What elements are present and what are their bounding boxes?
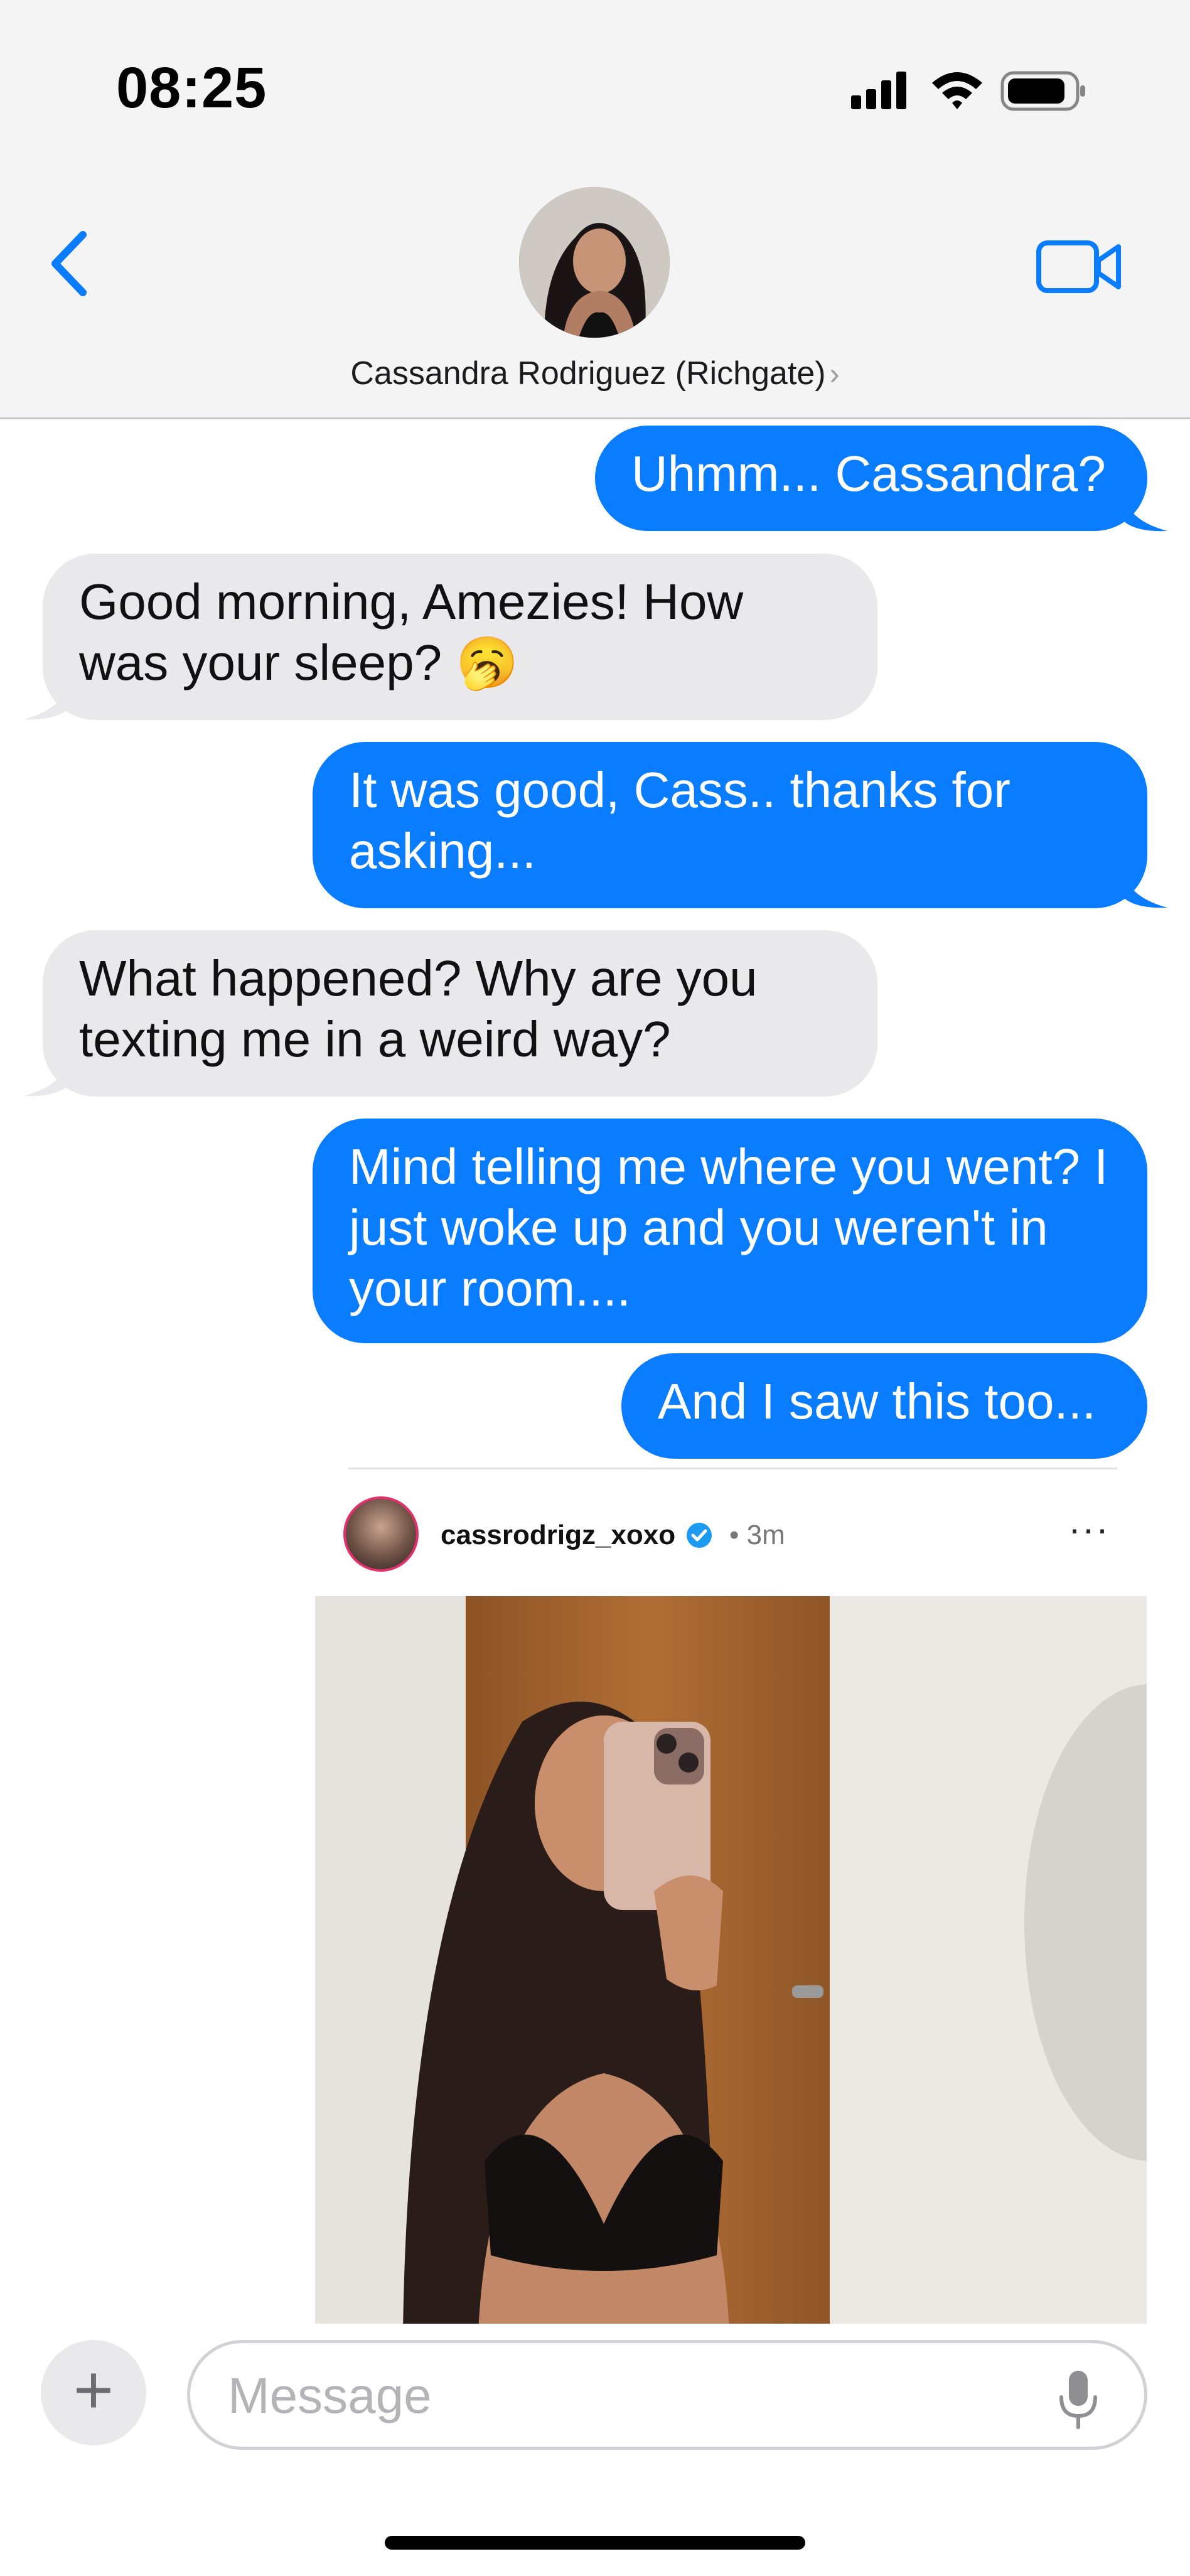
message-text: And I saw this too... bbox=[658, 1373, 1096, 1429]
post-username[interactable]: cassrodrigz_xoxo bbox=[441, 1520, 713, 1551]
home-indicator[interactable] bbox=[385, 2536, 805, 2550]
message-bubble-incoming[interactable]: What happened? Why are you texting me in… bbox=[43, 930, 877, 1097]
more-options-icon[interactable]: ··· bbox=[1068, 1507, 1110, 1550]
bubble-tail bbox=[1123, 872, 1167, 908]
add-attachment-button[interactable]: + bbox=[41, 2340, 146, 2445]
post-header: cassrodrigz_xoxo • 3m ··· bbox=[315, 1496, 1147, 1596]
battery-icon bbox=[1000, 71, 1085, 111]
post-timestamp: • 3m bbox=[729, 1520, 785, 1550]
post-avatar[interactable] bbox=[343, 1496, 419, 1572]
contact-name: Cassandra Rodriguez (Richgate) bbox=[350, 355, 826, 392]
status-icons bbox=[851, 71, 1085, 111]
wifi-icon bbox=[932, 72, 982, 109]
bubble-tail bbox=[24, 1061, 68, 1097]
back-chevron-icon[interactable] bbox=[44, 226, 100, 301]
message-bubble-outgoing[interactable]: And I saw this too... bbox=[621, 1353, 1147, 1459]
message-bubble-incoming[interactable]: Good morning, Amezies! How was your slee… bbox=[43, 554, 877, 720]
signal-icon bbox=[851, 72, 906, 109]
message-placeholder: Message bbox=[228, 2368, 432, 2423]
message-bubble-outgoing[interactable]: Uhmm... Cassandra? bbox=[595, 426, 1147, 531]
message-text: Uhmm... Cassandra? bbox=[631, 446, 1106, 502]
message-text: What happened? Why are you texting me in… bbox=[79, 950, 758, 1067]
message-bubble-outgoing[interactable]: Mind telling me where you went? I just w… bbox=[313, 1119, 1147, 1343]
message-text: Good morning, Amezies! How was your slee… bbox=[79, 574, 744, 690]
chevron-right-icon: › bbox=[829, 358, 840, 391]
message-text: Mind telling me where you went? I just w… bbox=[349, 1139, 1108, 1316]
microphone-icon[interactable] bbox=[1056, 2368, 1100, 2431]
contact-name-button[interactable]: Cassandra Rodriguez (Richgate) › bbox=[0, 355, 1190, 392]
video-call-icon[interactable] bbox=[1036, 235, 1123, 298]
message-text: It was good, Cass.. thanks for asking... bbox=[349, 762, 1010, 879]
contact-avatar[interactable] bbox=[519, 187, 670, 338]
bubble-tail bbox=[24, 684, 68, 720]
status-time: 08:25 bbox=[116, 56, 267, 120]
message-bubble-outgoing[interactable]: It was good, Cass.. thanks for asking... bbox=[313, 742, 1147, 908]
post-photo[interactable] bbox=[315, 1596, 1147, 2331]
shared-post-card[interactable]: cassrodrigz_xoxo • 3m ··· bbox=[315, 1496, 1147, 2331]
message-input[interactable]: Message bbox=[187, 2340, 1147, 2450]
verified-badge-icon bbox=[687, 1523, 712, 1548]
divider bbox=[348, 1468, 1117, 1469]
bubble-tail bbox=[1123, 496, 1167, 532]
conversation-header: 08:25 Cassandra Rodriguez (Richgate) › bbox=[0, 0, 1190, 419]
